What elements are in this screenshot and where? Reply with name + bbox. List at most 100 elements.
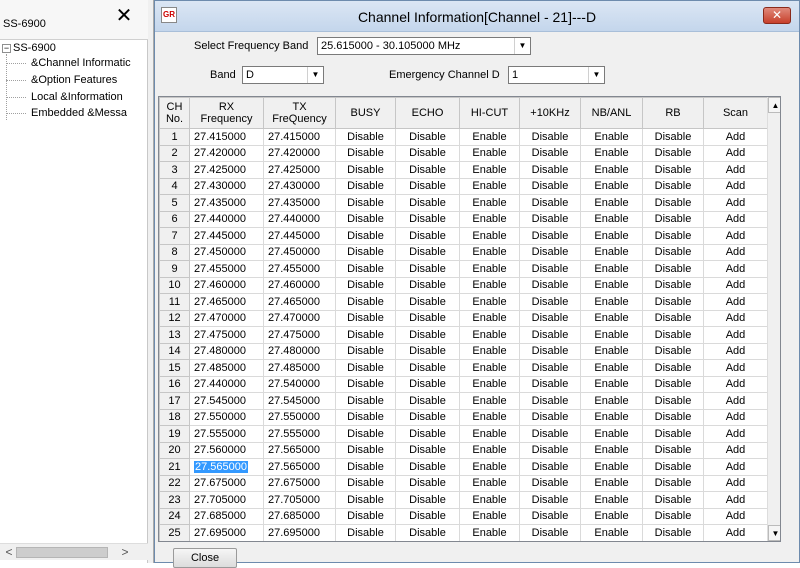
table-cell[interactable]: Add	[703, 309, 768, 327]
table-cell[interactable]: 23	[159, 491, 190, 509]
table-cell[interactable]: Enable	[580, 441, 643, 459]
table-cell[interactable]: Disable	[395, 243, 460, 261]
close-button[interactable]: ✕	[763, 7, 791, 24]
table-row[interactable]: 12 27.470000 27.470000 Disable Disable Enable…	[159, 309, 768, 327]
chevron-down-icon[interactable]: ▼	[588, 67, 604, 83]
table-cell[interactable]: Enable	[580, 227, 643, 245]
table-cell[interactable]: 27.705000	[189, 491, 264, 509]
table-cell[interactable]: Enable	[459, 491, 520, 509]
table-cell[interactable]: Enable	[459, 144, 520, 162]
table-cell[interactable]: Disable	[335, 293, 396, 311]
table-cell[interactable]: Disable	[642, 227, 704, 245]
table-cell[interactable]: Disable	[519, 161, 581, 179]
table-cell[interactable]: Enable	[580, 375, 643, 393]
table-cell[interactable]: Disable	[519, 326, 581, 344]
table-cell[interactable]: Disable	[395, 161, 460, 179]
table-cell[interactable]: Disable	[519, 276, 581, 294]
column-header[interactable]: HI-CUT	[459, 97, 520, 129]
table-cell[interactable]: 27.685000	[263, 507, 336, 525]
table-cell[interactable]: Disable	[642, 507, 704, 525]
scroll-left-icon[interactable]: <	[2, 544, 16, 561]
table-cell[interactable]: 27.455000	[263, 260, 336, 278]
table-row[interactable]: 16 27.440000 27.540000 Disable Disable Enable…	[159, 375, 768, 393]
table-cell[interactable]: Disable	[519, 359, 581, 377]
table-cell[interactable]: Add	[703, 375, 768, 393]
table-row[interactable]: 24 27.685000 27.685000 Disable Disable Enable…	[159, 507, 768, 525]
table-cell[interactable]: Disable	[335, 359, 396, 377]
table-cell[interactable]: Disable	[335, 227, 396, 245]
column-header[interactable]: NB/ANL	[580, 97, 643, 129]
table-cell[interactable]: Disable	[335, 392, 396, 410]
table-cell[interactable]: Disable	[395, 260, 460, 278]
table-cell[interactable]: Disable	[395, 309, 460, 327]
table-cell[interactable]: Disable	[519, 392, 581, 410]
table-cell[interactable]: 27.560000	[189, 441, 264, 459]
table-cell[interactable]: 27.465000	[263, 293, 336, 311]
scroll-down-icon[interactable]: ▼	[768, 525, 780, 541]
table-cell[interactable]: Disable	[395, 359, 460, 377]
table-cell[interactable]: Disable	[335, 243, 396, 261]
table-cell[interactable]: 27.480000	[263, 342, 336, 360]
table-cell[interactable]: 19	[159, 425, 190, 443]
table-cell[interactable]: 27.540000	[263, 375, 336, 393]
table-cell[interactable]: 1	[159, 128, 190, 146]
table-cell[interactable]: Add	[703, 276, 768, 294]
table-row[interactable]: 3 27.425000 27.425000 Disable Disable Enable D…	[159, 161, 768, 179]
table-cell[interactable]: 27.480000	[189, 342, 264, 360]
table-cell[interactable]: Disable	[335, 375, 396, 393]
table-cell[interactable]: 24	[159, 507, 190, 525]
table-cell[interactable]: 18	[159, 408, 190, 426]
table-cell[interactable]: Disable	[335, 441, 396, 459]
channel-grid[interactable]: CH No. RX Frequency TX FreQuency BUSY ECHO HI-CU…	[158, 96, 781, 542]
table-cell[interactable]: Disable	[335, 161, 396, 179]
table-cell[interactable]: Enable	[459, 243, 520, 261]
table-cell[interactable]: 27.445000	[263, 227, 336, 245]
table-cell[interactable]: 27.675000	[263, 474, 336, 492]
table-cell[interactable]: Disable	[395, 342, 460, 360]
table-cell[interactable]: 27.435000	[263, 194, 336, 212]
table-cell[interactable]: Disable	[395, 408, 460, 426]
table-cell[interactable]: Add	[703, 243, 768, 261]
table-cell[interactable]: Add	[703, 144, 768, 162]
table-cell[interactable]: Add	[703, 425, 768, 443]
table-cell[interactable]: Disable	[642, 524, 704, 541]
table-cell[interactable]: 27.440000	[189, 375, 264, 393]
table-cell[interactable]: Enable	[459, 276, 520, 294]
table-cell[interactable]: Disable	[642, 342, 704, 360]
table-cell[interactable]: Enable	[459, 326, 520, 344]
column-header[interactable]: ECHO	[395, 97, 460, 129]
table-cell[interactable]: 27.450000	[263, 243, 336, 261]
tree-item-local-information[interactable]: Local &Information	[6, 91, 148, 107]
table-cell[interactable]: Disable	[335, 260, 396, 278]
table-cell[interactable]: Disable	[519, 375, 581, 393]
table-cell[interactable]: Disable	[642, 243, 704, 261]
table-cell[interactable]: Disable	[519, 177, 581, 195]
table-cell[interactable]: 27.425000	[189, 161, 264, 179]
table-cell[interactable]: Add	[703, 458, 768, 476]
table-cell[interactable]: Disable	[335, 524, 396, 541]
table-cell[interactable]: Disable	[335, 474, 396, 492]
column-header[interactable]: Scan	[703, 97, 768, 129]
vertical-scrollbar[interactable]: ▲ ▼	[767, 97, 780, 541]
table-cell[interactable]: Disable	[335, 408, 396, 426]
table-cell[interactable]: Disable	[395, 276, 460, 294]
table-cell[interactable]: Disable	[519, 144, 581, 162]
table-cell[interactable]: Disable	[335, 309, 396, 327]
table-cell[interactable]: Enable	[459, 210, 520, 228]
table-cell[interactable]: Enable	[580, 177, 643, 195]
table-cell[interactable]: 27.695000	[263, 524, 336, 541]
table-cell[interactable]: Enable	[459, 194, 520, 212]
table-cell[interactable]: 27.425000	[263, 161, 336, 179]
table-cell[interactable]: 27.475000	[189, 326, 264, 344]
table-cell[interactable]: Disable	[519, 293, 581, 311]
table-cell[interactable]: 27.565000	[189, 458, 264, 476]
scrollbar-thumb[interactable]	[16, 547, 108, 558]
table-cell[interactable]: 27.545000	[263, 392, 336, 410]
table-cell[interactable]: Disable	[519, 210, 581, 228]
table-cell[interactable]: Enable	[580, 507, 643, 525]
table-cell[interactable]: Enable	[459, 524, 520, 541]
table-cell[interactable]: Disable	[642, 375, 704, 393]
table-cell[interactable]: 7	[159, 227, 190, 245]
table-cell[interactable]: 27.465000	[189, 293, 264, 311]
table-cell[interactable]: Add	[703, 227, 768, 245]
